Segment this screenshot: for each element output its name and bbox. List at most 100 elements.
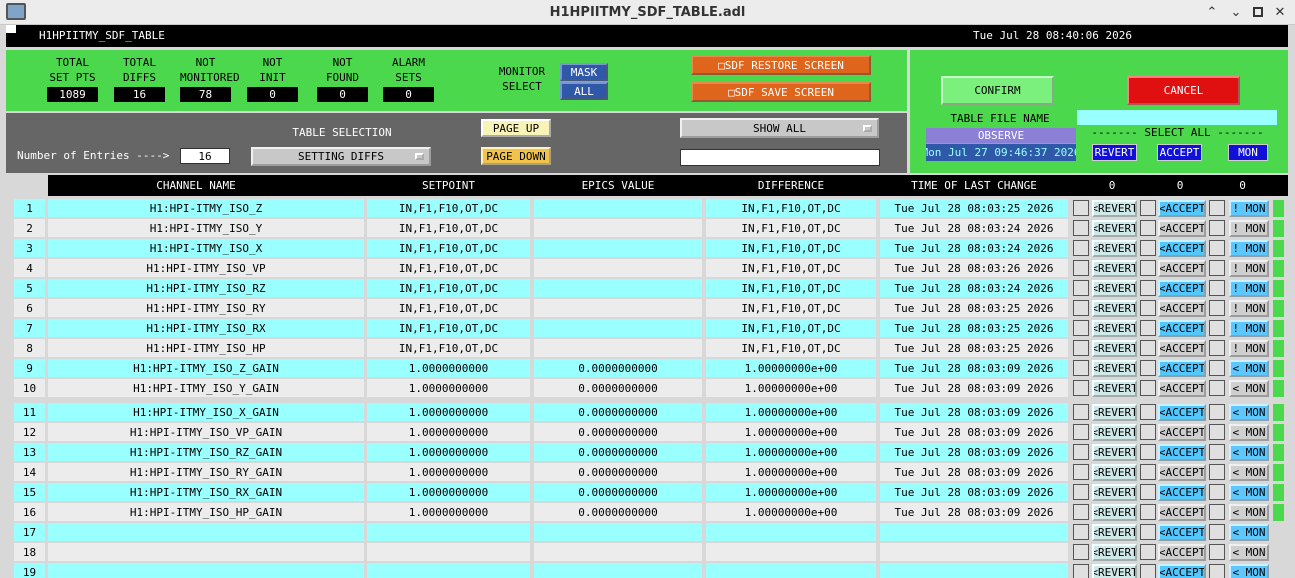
revert-button[interactable]: <REVERT [1092,200,1137,217]
accept-button[interactable]: <ACCEPT [1158,200,1206,217]
accept-checkbox[interactable] [1140,424,1156,440]
accept-button[interactable]: <ACCEPT [1158,380,1206,397]
accept-checkbox[interactable] [1140,320,1156,336]
revert-checkbox[interactable] [1073,200,1089,216]
mask-button[interactable]: MASK [560,63,608,81]
revert-all-button[interactable]: REVERT [1092,144,1137,161]
mon-checkbox[interactable] [1209,300,1225,316]
page-down-button[interactable]: PAGE DOWN [481,147,551,165]
filter-input[interactable] [680,149,880,166]
close-icon[interactable]: ✕ [1270,3,1290,21]
revert-checkbox[interactable] [1073,484,1089,500]
accept-checkbox[interactable] [1140,200,1156,216]
revert-button[interactable]: <REVERT [1092,524,1137,541]
mon-checkbox[interactable] [1209,544,1225,560]
accept-checkbox[interactable] [1140,544,1156,560]
sdf-restore-screen-button[interactable]: □SDF RESTORE SCREEN [691,55,871,75]
mon-checkbox[interactable] [1209,524,1225,540]
revert-checkbox[interactable] [1073,320,1089,336]
revert-checkbox[interactable] [1073,424,1089,440]
mon-all-button[interactable]: MON [1228,144,1268,161]
revert-checkbox[interactable] [1073,404,1089,420]
revert-button[interactable]: <REVERT [1092,544,1137,561]
mon-button[interactable]: ! MON [1229,200,1269,217]
mon-button[interactable]: ! MON [1229,220,1269,237]
accept-button[interactable]: <ACCEPT [1158,544,1206,561]
cancel-button[interactable]: CANCEL [1127,76,1240,105]
accept-checkbox[interactable] [1140,564,1156,578]
collapse-icon[interactable]: ⌃ [1202,3,1222,21]
revert-checkbox[interactable] [1073,240,1089,256]
revert-button[interactable]: <REVERT [1092,320,1137,337]
mon-checkbox[interactable] [1209,320,1225,336]
table-file-name-field[interactable] [1077,110,1277,125]
mon-button[interactable]: ! MON [1229,240,1269,257]
accept-button[interactable]: <ACCEPT [1158,220,1206,237]
confirm-button[interactable]: CONFIRM [941,76,1054,105]
revert-checkbox[interactable] [1073,220,1089,236]
revert-checkbox[interactable] [1073,300,1089,316]
accept-checkbox[interactable] [1140,300,1156,316]
accept-button[interactable]: <ACCEPT [1158,240,1206,257]
accept-button[interactable]: <ACCEPT [1158,360,1206,377]
accept-button[interactable]: <ACCEPT [1158,404,1206,421]
mon-button[interactable]: ! MON [1229,260,1269,277]
mon-button[interactable]: < MON [1229,404,1269,421]
accept-checkbox[interactable] [1140,524,1156,540]
revert-button[interactable]: <REVERT [1092,444,1137,461]
accept-checkbox[interactable] [1140,404,1156,420]
mon-checkbox[interactable] [1209,360,1225,376]
minimize-icon[interactable]: ⌄ [1226,3,1246,21]
revert-checkbox[interactable] [1073,524,1089,540]
mon-checkbox[interactable] [1209,220,1225,236]
mon-checkbox[interactable] [1209,504,1225,520]
mon-button[interactable]: ! MON [1229,280,1269,297]
accept-button[interactable]: <ACCEPT [1158,424,1206,441]
revert-checkbox[interactable] [1073,564,1089,578]
revert-checkbox[interactable] [1073,544,1089,560]
mon-checkbox[interactable] [1209,340,1225,356]
mon-button[interactable]: < MON [1229,544,1269,561]
revert-checkbox[interactable] [1073,340,1089,356]
mon-button[interactable]: < MON [1229,360,1269,377]
revert-checkbox[interactable] [1073,464,1089,480]
mon-button[interactable]: < MON [1229,504,1269,521]
accept-button[interactable]: <ACCEPT [1158,564,1206,578]
accept-button[interactable]: <ACCEPT [1158,504,1206,521]
accept-button[interactable]: <ACCEPT [1158,524,1206,541]
mon-button[interactable]: < MON [1229,380,1269,397]
mon-checkbox[interactable] [1209,380,1225,396]
revert-button[interactable]: <REVERT [1092,340,1137,357]
mon-checkbox[interactable] [1209,280,1225,296]
maximize-icon[interactable] [1248,3,1268,21]
mon-button[interactable]: ! MON [1229,340,1269,357]
accept-checkbox[interactable] [1140,484,1156,500]
mon-button[interactable]: < MON [1229,524,1269,541]
accept-all-button[interactable]: ACCEPT [1157,144,1202,161]
mon-checkbox[interactable] [1209,260,1225,276]
mon-button[interactable]: ! MON [1229,320,1269,337]
all-button[interactable]: ALL [560,82,608,100]
revert-button[interactable]: <REVERT [1092,504,1137,521]
show-filter-dropdown[interactable]: SHOW ALL [680,118,879,138]
revert-button[interactable]: <REVERT [1092,380,1137,397]
revert-button[interactable]: <REVERT [1092,464,1137,481]
accept-checkbox[interactable] [1140,260,1156,276]
mon-button[interactable]: < MON [1229,444,1269,461]
accept-button[interactable]: <ACCEPT [1158,260,1206,277]
mon-checkbox[interactable] [1209,444,1225,460]
accept-button[interactable]: <ACCEPT [1158,444,1206,461]
table-selection-dropdown[interactable]: SETTING DIFFS [251,147,431,166]
accept-button[interactable]: <ACCEPT [1158,464,1206,481]
accept-button[interactable]: <ACCEPT [1158,484,1206,501]
revert-button[interactable]: <REVERT [1092,424,1137,441]
revert-button[interactable]: <REVERT [1092,260,1137,277]
revert-button[interactable]: <REVERT [1092,300,1137,317]
revert-button[interactable]: <REVERT [1092,220,1137,237]
revert-checkbox[interactable] [1073,360,1089,376]
revert-checkbox[interactable] [1073,280,1089,296]
mon-checkbox[interactable] [1209,424,1225,440]
revert-checkbox[interactable] [1073,504,1089,520]
sdf-save-screen-button[interactable]: □SDF SAVE SCREEN [691,82,871,102]
accept-checkbox[interactable] [1140,504,1156,520]
